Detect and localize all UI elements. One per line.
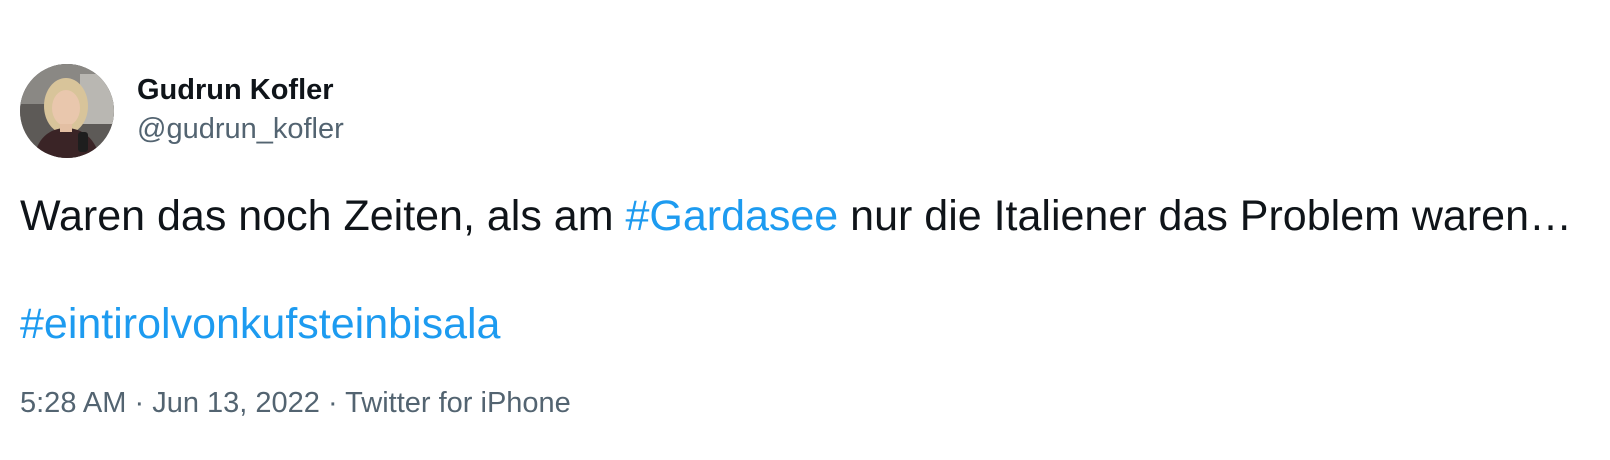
tweet-text-part-1: Waren das noch Zeiten, als am (20, 192, 626, 240)
avatar-photo-icon (20, 64, 114, 158)
tweet-meta: 5:28 AM · Jun 13, 2022 · Twitter for iPh… (20, 385, 571, 421)
hashtag-gardasee-link[interactable]: #Gardasee (625, 192, 838, 240)
tweet-card: Gudrun Kofler @gudrun_kofler Waren das n… (0, 0, 1610, 460)
tweet-text-part-2: nur die Italiener das Problem waren… (838, 192, 1572, 240)
timestamp-time-link[interactable]: 5:28 AM (20, 387, 126, 419)
author-name[interactable]: Gudrun Kofler (137, 72, 334, 108)
hashtag-eintirol-link[interactable]: #eintirolvonkufsteinbisala (20, 300, 500, 348)
timestamp-date-link[interactable]: Jun 13, 2022 (152, 387, 320, 419)
avatar[interactable] (20, 64, 114, 158)
hashtag-line: #eintirolvonkufsteinbisala (20, 298, 500, 350)
meta-separator: · (319, 387, 346, 419)
tweet-text: Waren das noch Zeiten, als am #Gardasee … (20, 190, 1572, 242)
meta-separator: · (126, 387, 153, 419)
source-link[interactable]: Twitter for iPhone (345, 387, 571, 419)
author-handle[interactable]: @gudrun_kofler (137, 111, 344, 147)
